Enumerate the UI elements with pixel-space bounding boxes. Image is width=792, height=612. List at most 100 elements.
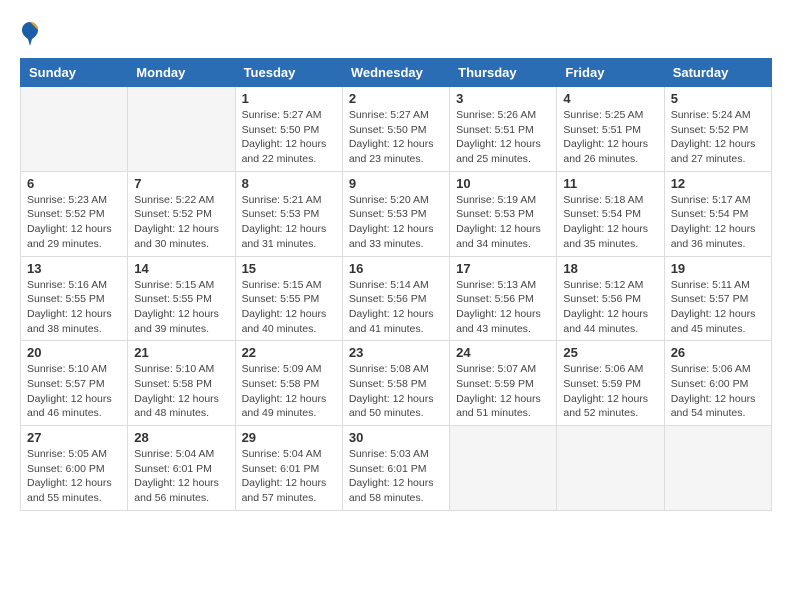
day-number: 6	[27, 176, 121, 191]
calendar-cell: 2 Sunrise: 5:27 AMSunset: 5:50 PMDaylight…	[342, 87, 449, 172]
day-number: 22	[242, 345, 336, 360]
day-number: 14	[134, 261, 228, 276]
weekday-header: Monday	[128, 59, 235, 87]
day-number: 30	[349, 430, 443, 445]
calendar-cell	[21, 87, 128, 172]
day-number: 17	[456, 261, 550, 276]
calendar-cell: 11Sunrise: 5:18 AMSunset: 5:54 PMDayligh…	[557, 171, 664, 256]
day-info: Sunrise: 5:25 AMSunset: 5:51 PMDaylight:…	[563, 108, 657, 167]
calendar-week-row: 20 Sunrise: 5:10 AMSunset: 5:57 PMDayligh…	[21, 341, 772, 426]
day-info: Sunrise: 5:04 AMSunset: 6:01 PMDaylight:…	[134, 447, 228, 506]
day-info: Sunrise: 5:20 AMSunset: 5:53 PMDaylight:…	[349, 193, 443, 252]
day-info: Sunrise: 5:19 AMSunset: 5:53 PMDaylight:…	[456, 193, 550, 252]
day-number: 8	[242, 176, 336, 191]
day-info: Sunrise: 5:11 AMSunset: 5:57 PMDaylight:…	[671, 278, 765, 337]
day-info: Sunrise: 5:14 AMSunset: 5:56 PMDaylight:…	[349, 278, 443, 337]
day-number: 13	[27, 261, 121, 276]
calendar-cell: 9Sunrise: 5:20 AMSunset: 5:53 PMDaylight…	[342, 171, 449, 256]
calendar-cell	[450, 426, 557, 511]
header	[20, 20, 772, 48]
day-number: 16	[349, 261, 443, 276]
calendar-cell: 22 Sunrise: 5:09 AMSunset: 5:58 PMDayligh…	[235, 341, 342, 426]
calendar-week-row: 13 Sunrise: 5:16 AMSunset: 5:55 PMDayligh…	[21, 256, 772, 341]
calendar-cell	[664, 426, 771, 511]
day-info: Sunrise: 5:16 AMSunset: 5:55 PMDaylight:…	[27, 278, 121, 337]
day-number: 28	[134, 430, 228, 445]
day-info: Sunrise: 5:15 AMSunset: 5:55 PMDaylight:…	[134, 278, 228, 337]
day-number: 18	[563, 261, 657, 276]
day-info: Sunrise: 5:15 AMSunset: 5:55 PMDaylight:…	[242, 278, 336, 337]
day-info: Sunrise: 5:27 AMSunset: 5:50 PMDaylight:…	[242, 108, 336, 167]
weekday-header: Wednesday	[342, 59, 449, 87]
day-info: Sunrise: 5:06 AMSunset: 6:00 PMDaylight:…	[671, 362, 765, 421]
day-number: 20	[27, 345, 121, 360]
day-info: Sunrise: 5:18 AMSunset: 5:54 PMDaylight:…	[563, 193, 657, 252]
day-number: 23	[349, 345, 443, 360]
day-info: Sunrise: 5:08 AMSunset: 5:58 PMDaylight:…	[349, 362, 443, 421]
calendar-week-row: 27 Sunrise: 5:05 AMSunset: 6:00 PMDayligh…	[21, 426, 772, 511]
logo	[20, 20, 44, 48]
calendar-week-row: 1 Sunrise: 5:27 AMSunset: 5:50 PMDaylight…	[21, 87, 772, 172]
weekday-header: Sunday	[21, 59, 128, 87]
calendar-cell: 26 Sunrise: 5:06 AMSunset: 6:00 PMDayligh…	[664, 341, 771, 426]
calendar: SundayMondayTuesdayWednesdayThursdayFrid…	[20, 58, 772, 511]
day-info: Sunrise: 5:07 AMSunset: 5:59 PMDaylight:…	[456, 362, 550, 421]
day-info: Sunrise: 5:22 AMSunset: 5:52 PMDaylight:…	[134, 193, 228, 252]
day-info: Sunrise: 5:27 AMSunset: 5:50 PMDaylight:…	[349, 108, 443, 167]
day-number: 2	[349, 91, 443, 106]
day-number: 25	[563, 345, 657, 360]
day-number: 26	[671, 345, 765, 360]
day-info: Sunrise: 5:12 AMSunset: 5:56 PMDaylight:…	[563, 278, 657, 337]
day-info: Sunrise: 5:26 AMSunset: 5:51 PMDaylight:…	[456, 108, 550, 167]
calendar-cell: 15 Sunrise: 5:15 AMSunset: 5:55 PMDayligh…	[235, 256, 342, 341]
calendar-cell: 1 Sunrise: 5:27 AMSunset: 5:50 PMDaylight…	[235, 87, 342, 172]
calendar-cell: 18 Sunrise: 5:12 AMSunset: 5:56 PMDayligh…	[557, 256, 664, 341]
calendar-cell: 28 Sunrise: 5:04 AMSunset: 6:01 PMDayligh…	[128, 426, 235, 511]
calendar-cell: 14 Sunrise: 5:15 AMSunset: 5:55 PMDayligh…	[128, 256, 235, 341]
day-info: Sunrise: 5:04 AMSunset: 6:01 PMDaylight:…	[242, 447, 336, 506]
calendar-cell: 16 Sunrise: 5:14 AMSunset: 5:56 PMDayligh…	[342, 256, 449, 341]
day-info: Sunrise: 5:09 AMSunset: 5:58 PMDaylight:…	[242, 362, 336, 421]
calendar-cell: 17Sunrise: 5:13 AMSunset: 5:56 PMDayligh…	[450, 256, 557, 341]
weekday-header: Thursday	[450, 59, 557, 87]
day-info: Sunrise: 5:24 AMSunset: 5:52 PMDaylight:…	[671, 108, 765, 167]
day-number: 1	[242, 91, 336, 106]
day-number: 12	[671, 176, 765, 191]
day-number: 29	[242, 430, 336, 445]
day-info: Sunrise: 5:10 AMSunset: 5:58 PMDaylight:…	[134, 362, 228, 421]
calendar-cell: 29 Sunrise: 5:04 AMSunset: 6:01 PMDayligh…	[235, 426, 342, 511]
calendar-cell: 6 Sunrise: 5:23 AMSunset: 5:52 PMDaylight…	[21, 171, 128, 256]
day-number: 5	[671, 91, 765, 106]
calendar-cell: 5 Sunrise: 5:24 AMSunset: 5:52 PMDaylight…	[664, 87, 771, 172]
weekday-header: Tuesday	[235, 59, 342, 87]
day-info: Sunrise: 5:10 AMSunset: 5:57 PMDaylight:…	[27, 362, 121, 421]
logo-icon	[20, 20, 40, 48]
day-info: Sunrise: 5:17 AMSunset: 5:54 PMDaylight:…	[671, 193, 765, 252]
day-info: Sunrise: 5:23 AMSunset: 5:52 PMDaylight:…	[27, 193, 121, 252]
calendar-cell: 30 Sunrise: 5:03 AMSunset: 6:01 PMDayligh…	[342, 426, 449, 511]
day-number: 21	[134, 345, 228, 360]
calendar-cell: 12 Sunrise: 5:17 AMSunset: 5:54 PMDayligh…	[664, 171, 771, 256]
calendar-header-row: SundayMondayTuesdayWednesdayThursdayFrid…	[21, 59, 772, 87]
day-info: Sunrise: 5:03 AMSunset: 6:01 PMDaylight:…	[349, 447, 443, 506]
calendar-cell: 25 Sunrise: 5:06 AMSunset: 5:59 PMDayligh…	[557, 341, 664, 426]
day-info: Sunrise: 5:21 AMSunset: 5:53 PMDaylight:…	[242, 193, 336, 252]
weekday-header: Friday	[557, 59, 664, 87]
day-number: 15	[242, 261, 336, 276]
calendar-cell: 20 Sunrise: 5:10 AMSunset: 5:57 PMDayligh…	[21, 341, 128, 426]
calendar-cell: 27 Sunrise: 5:05 AMSunset: 6:00 PMDayligh…	[21, 426, 128, 511]
calendar-cell: 10 Sunrise: 5:19 AMSunset: 5:53 PMDayligh…	[450, 171, 557, 256]
calendar-cell: 19Sunrise: 5:11 AMSunset: 5:57 PMDayligh…	[664, 256, 771, 341]
calendar-cell: 8 Sunrise: 5:21 AMSunset: 5:53 PMDaylight…	[235, 171, 342, 256]
calendar-cell: 3Sunrise: 5:26 AMSunset: 5:51 PMDaylight…	[450, 87, 557, 172]
calendar-cell	[128, 87, 235, 172]
day-number: 27	[27, 430, 121, 445]
day-number: 7	[134, 176, 228, 191]
calendar-week-row: 6 Sunrise: 5:23 AMSunset: 5:52 PMDaylight…	[21, 171, 772, 256]
day-info: Sunrise: 5:06 AMSunset: 5:59 PMDaylight:…	[563, 362, 657, 421]
weekday-header: Saturday	[664, 59, 771, 87]
day-number: 24	[456, 345, 550, 360]
day-info: Sunrise: 5:05 AMSunset: 6:00 PMDaylight:…	[27, 447, 121, 506]
calendar-cell: 4Sunrise: 5:25 AMSunset: 5:51 PMDaylight…	[557, 87, 664, 172]
day-number: 10	[456, 176, 550, 191]
